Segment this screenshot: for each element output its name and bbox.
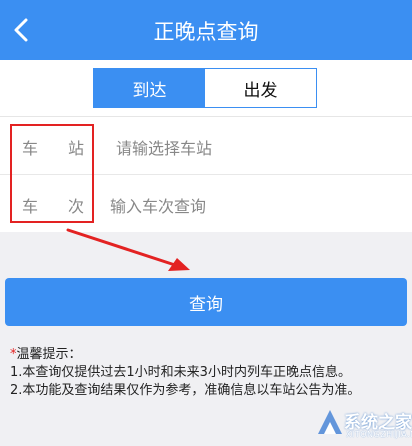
tips-title-text: 温馨提示：: [16, 347, 82, 362]
tab-departure[interactable]: 出发: [205, 69, 316, 107]
segmented-control: 到达 出发: [93, 68, 317, 108]
annotation-arrow-icon: [66, 228, 190, 271]
app-header: 正晚点查询: [0, 0, 412, 60]
tab-bar: 到达 出发: [0, 60, 412, 116]
tips-line-1: 1.本查询仅提供过去1小时和未来3小时内列车正晚点信息。: [10, 365, 351, 380]
page-title: 正晚点查询: [153, 20, 259, 44]
tips-line-2: 2.本功能及查询结果仅作为参考，准确信息以车站公告为准。: [10, 383, 361, 398]
tips-title: *温馨提示：: [10, 346, 402, 364]
tips-section: *温馨提示： 1.本查询仅提供过去1小时和未来3小时内列车正晚点信息。 2.本功…: [10, 346, 402, 400]
tab-arrival[interactable]: 到达: [94, 69, 205, 107]
annotation-highlight-box: [10, 124, 94, 223]
watermark-url: XITONGZHIJIA.NET: [346, 430, 412, 439]
train-number-input[interactable]: 输入车次查询: [110, 193, 206, 217]
query-button[interactable]: 查询: [5, 278, 407, 326]
station-input[interactable]: 请输选择车站: [116, 135, 212, 159]
